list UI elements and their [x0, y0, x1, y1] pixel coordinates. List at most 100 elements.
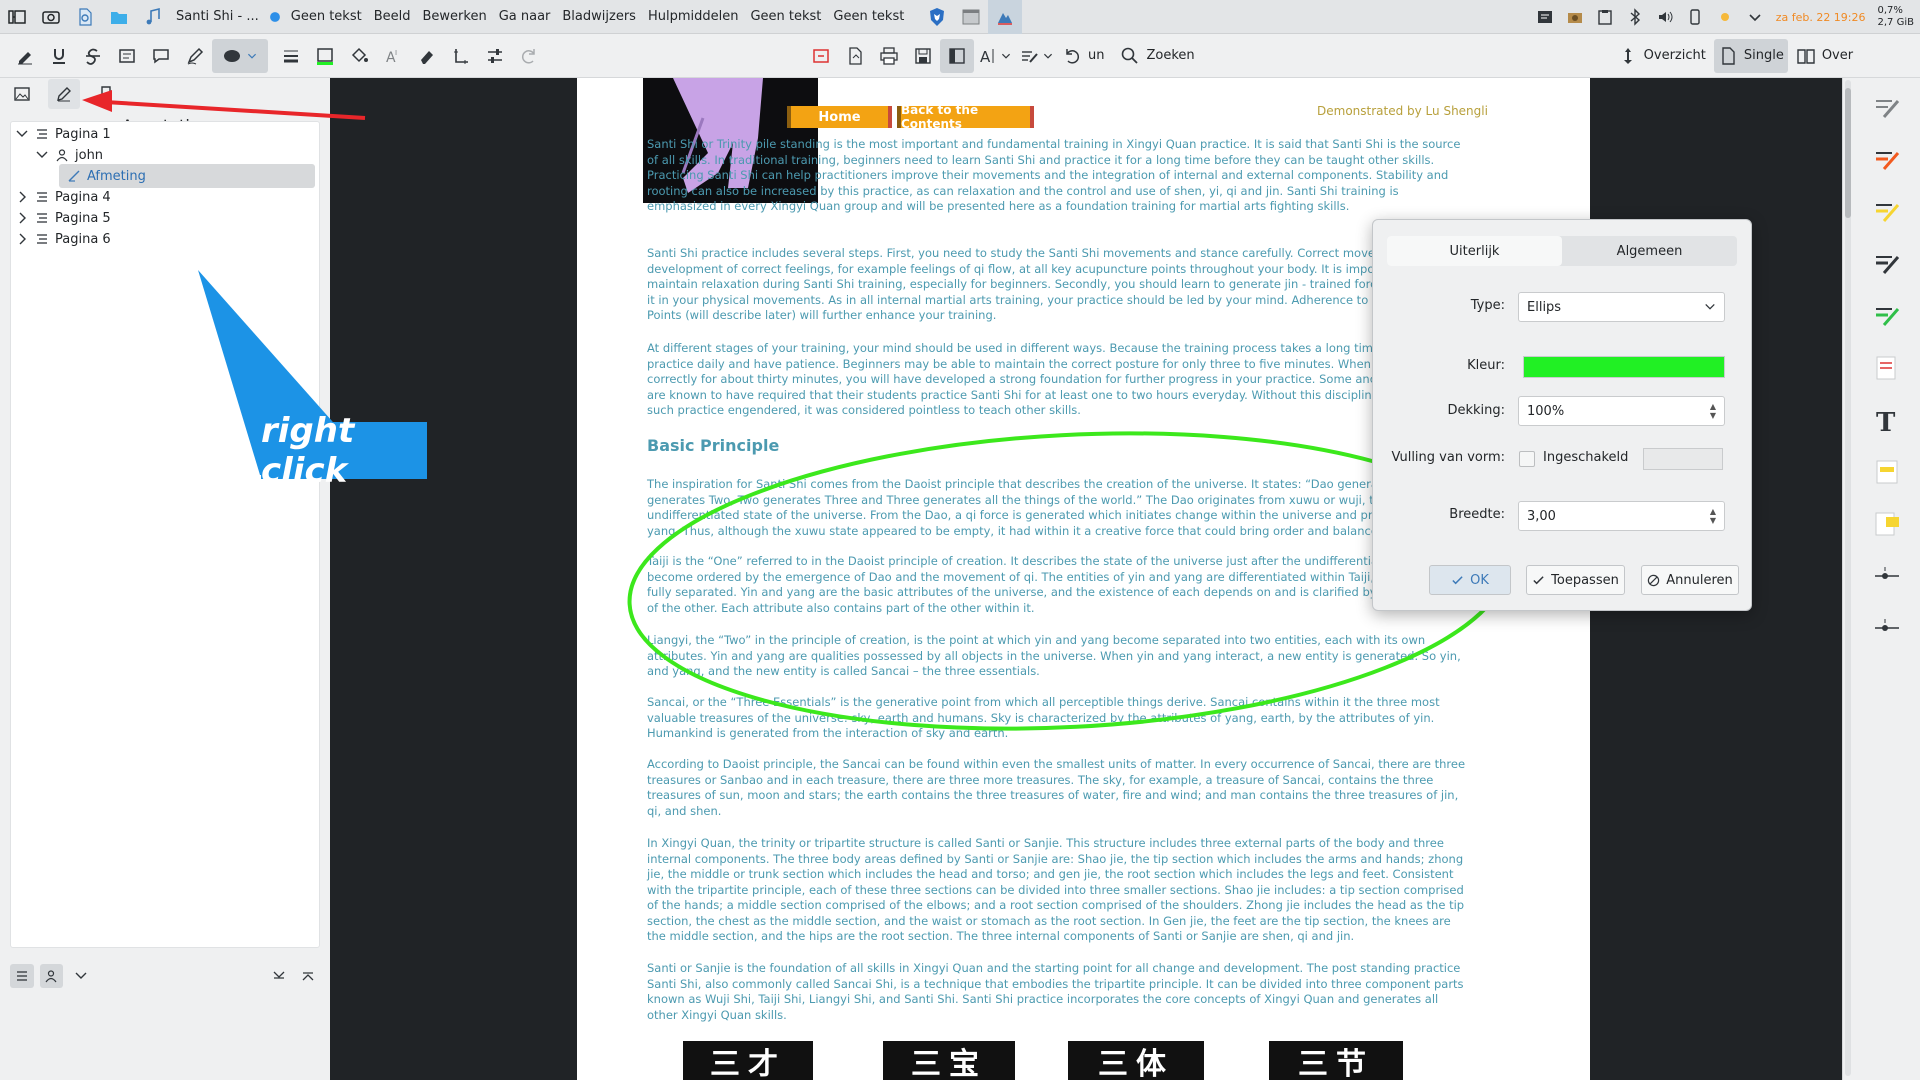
- freehand-tool-button[interactable]: [178, 39, 212, 73]
- annotation-settings-button[interactable]: [478, 39, 512, 73]
- underline-tool-button[interactable]: [42, 39, 76, 73]
- ok-button[interactable]: OK: [1429, 565, 1511, 595]
- line-color-button[interactable]: [308, 39, 342, 73]
- tree-node-pagina-6[interactable]: Pagina 6: [15, 227, 111, 251]
- redo-icon: [521, 48, 535, 64]
- music-note-icon[interactable]: [136, 0, 170, 34]
- typewriter-tool-button[interactable]: [110, 39, 144, 73]
- facing-pages-label: Over: [1821, 48, 1854, 63]
- strikeout-tool-button[interactable]: [76, 39, 110, 73]
- menu-geen-tekst-1[interactable]: Geen tekst: [285, 0, 368, 34]
- scrollbar-thumb[interactable]: [1845, 88, 1851, 218]
- close-annotation-bar-button[interactable]: [804, 39, 838, 73]
- type-select[interactable]: Ellips: [1518, 292, 1725, 322]
- menu-ga-naar[interactable]: Ga naar: [493, 0, 557, 34]
- fill-color-button[interactable]: [342, 39, 376, 73]
- group-by-author-button[interactable]: [39, 964, 64, 988]
- font-button[interactable]: AI: [376, 39, 410, 73]
- clipboard-icon[interactable]: [1590, 0, 1620, 34]
- width-spinbox[interactable]: 3,00 ▲ ▼: [1518, 501, 1725, 531]
- document-scrollbar[interactable]: [1845, 80, 1851, 1076]
- line-width-button[interactable]: [274, 39, 308, 73]
- toolbox-popup-note[interactable]: [1869, 506, 1905, 542]
- app-launcher-icon[interactable]: [0, 0, 34, 34]
- tab-uiterlijk[interactable]: Uiterlijk: [1387, 236, 1562, 266]
- nav-home-button[interactable]: Home: [787, 106, 892, 128]
- nav-back-to-contents-button[interactable]: Back to the Contents: [897, 103, 1034, 131]
- open-document-button[interactable]: [838, 39, 872, 73]
- menu-geen-tekst-3[interactable]: Geen tekst: [827, 0, 910, 34]
- camera-icon[interactable]: [1560, 0, 1590, 34]
- bluetooth-icon[interactable]: [1620, 0, 1650, 34]
- group-by-page-button[interactable]: [10, 964, 34, 988]
- tab-algemeen[interactable]: Algemeen: [1562, 236, 1737, 266]
- annotate-mode-button[interactable]: [1016, 39, 1058, 73]
- clock[interactable]: za feb. 22 19:26: [1770, 12, 1872, 23]
- opacity-spinbox[interactable]: 100% ▲ ▼: [1518, 396, 1725, 426]
- menu-bewerken[interactable]: Bewerken: [416, 0, 492, 34]
- collapse-all-button[interactable]: [296, 964, 320, 988]
- phone-icon[interactable]: [1680, 0, 1710, 34]
- apply-button[interactable]: Toepassen: [1526, 565, 1625, 595]
- filter-dropdown-button[interactable]: [69, 964, 93, 988]
- toggle-sidebar-button[interactable]: [940, 38, 974, 73]
- tab-thumbnails[interactable]: [6, 79, 38, 109]
- spin-arrows-icon[interactable]: ▲ ▼: [1710, 402, 1716, 420]
- text-selection-button[interactable]: A: [974, 39, 1016, 73]
- chevron-down-icon: [1043, 53, 1053, 59]
- sliders-icon: [1875, 567, 1899, 579]
- sliders-icon: [1875, 619, 1899, 631]
- cancel-button[interactable]: Annuleren: [1641, 565, 1739, 595]
- facing-pages-button[interactable]: Over: [1792, 39, 1857, 73]
- toolbox-settings-2[interactable]: [1869, 610, 1905, 646]
- screenshot-icon[interactable]: [34, 0, 68, 34]
- expand-all-button[interactable]: [267, 964, 291, 988]
- toolbox-highlighter-gray[interactable]: [1869, 90, 1905, 126]
- eraser-tool-button[interactable]: [410, 39, 444, 73]
- width-value: 3,00: [1527, 508, 1556, 524]
- undo-button[interactable]: un: [1058, 39, 1108, 73]
- toolbox-highlighter-black[interactable]: [1869, 246, 1905, 282]
- print-button[interactable]: [872, 39, 906, 73]
- fill-enabled-label: Ingeschakeld: [1543, 450, 1629, 465]
- tray-expand-icon[interactable]: [1740, 0, 1770, 34]
- search-button[interactable]: Zoeken: [1116, 39, 1198, 73]
- window-title[interactable]: Santi Shi - ...: [170, 0, 265, 34]
- popup-note-tool-button[interactable]: [144, 39, 178, 73]
- toolbox-highlighter-green[interactable]: [1869, 298, 1905, 334]
- menu-hulpmiddelen[interactable]: Hulpmiddelen: [642, 0, 745, 34]
- measure-tool-button[interactable]: [444, 39, 478, 73]
- toolbox-typewriter[interactable]: T: [1869, 402, 1905, 438]
- geometric-shape-tool-button[interactable]: [212, 38, 268, 73]
- font-icon: AI: [386, 49, 397, 66]
- overview-button[interactable]: Overzicht: [1614, 39, 1710, 73]
- volume-icon[interactable]: [1650, 0, 1680, 34]
- notes-icon[interactable]: [1530, 0, 1560, 34]
- save-button[interactable]: [906, 39, 940, 73]
- weather-sun-icon[interactable]: [1710, 0, 1740, 34]
- spin-arrows-icon[interactable]: ▲ ▼: [1710, 507, 1716, 525]
- fill-color-swatch[interactable]: [1643, 448, 1723, 470]
- toolbox-yellow-note[interactable]: [1869, 454, 1905, 490]
- toolbox-settings-1[interactable]: [1869, 558, 1905, 594]
- single-page-button[interactable]: Single: [1713, 38, 1788, 73]
- brave-browser-icon[interactable]: [920, 0, 954, 34]
- overview-label: Overzicht: [1643, 48, 1706, 63]
- expand-all-icon: [273, 971, 285, 979]
- document-viewer-icon[interactable]: [68, 0, 102, 34]
- color-picker-button[interactable]: [1523, 356, 1725, 378]
- folder-icon[interactable]: [102, 0, 136, 34]
- toolbox-highlighter-orange[interactable]: [1869, 142, 1905, 178]
- toolbox-highlighter-yellow[interactable]: [1869, 194, 1905, 230]
- window-manager-icon[interactable]: [954, 0, 988, 34]
- highlight-tool-button[interactable]: [8, 39, 42, 73]
- menu-beeld[interactable]: Beeld: [368, 0, 417, 34]
- toolbox-text-note[interactable]: [1869, 350, 1905, 386]
- top-panel: Santi Shi - ... Geen tekst Beeld Bewerke…: [0, 0, 1920, 34]
- menu-geen-tekst-2[interactable]: Geen tekst: [744, 0, 827, 34]
- type-label: Type:: [1470, 298, 1505, 313]
- redo-button[interactable]: [512, 39, 546, 73]
- fill-enabled-checkbox[interactable]: [1519, 451, 1535, 467]
- okular-task-icon[interactable]: [988, 0, 1023, 34]
- menu-bladwijzers[interactable]: Bladwijzers: [556, 0, 642, 34]
